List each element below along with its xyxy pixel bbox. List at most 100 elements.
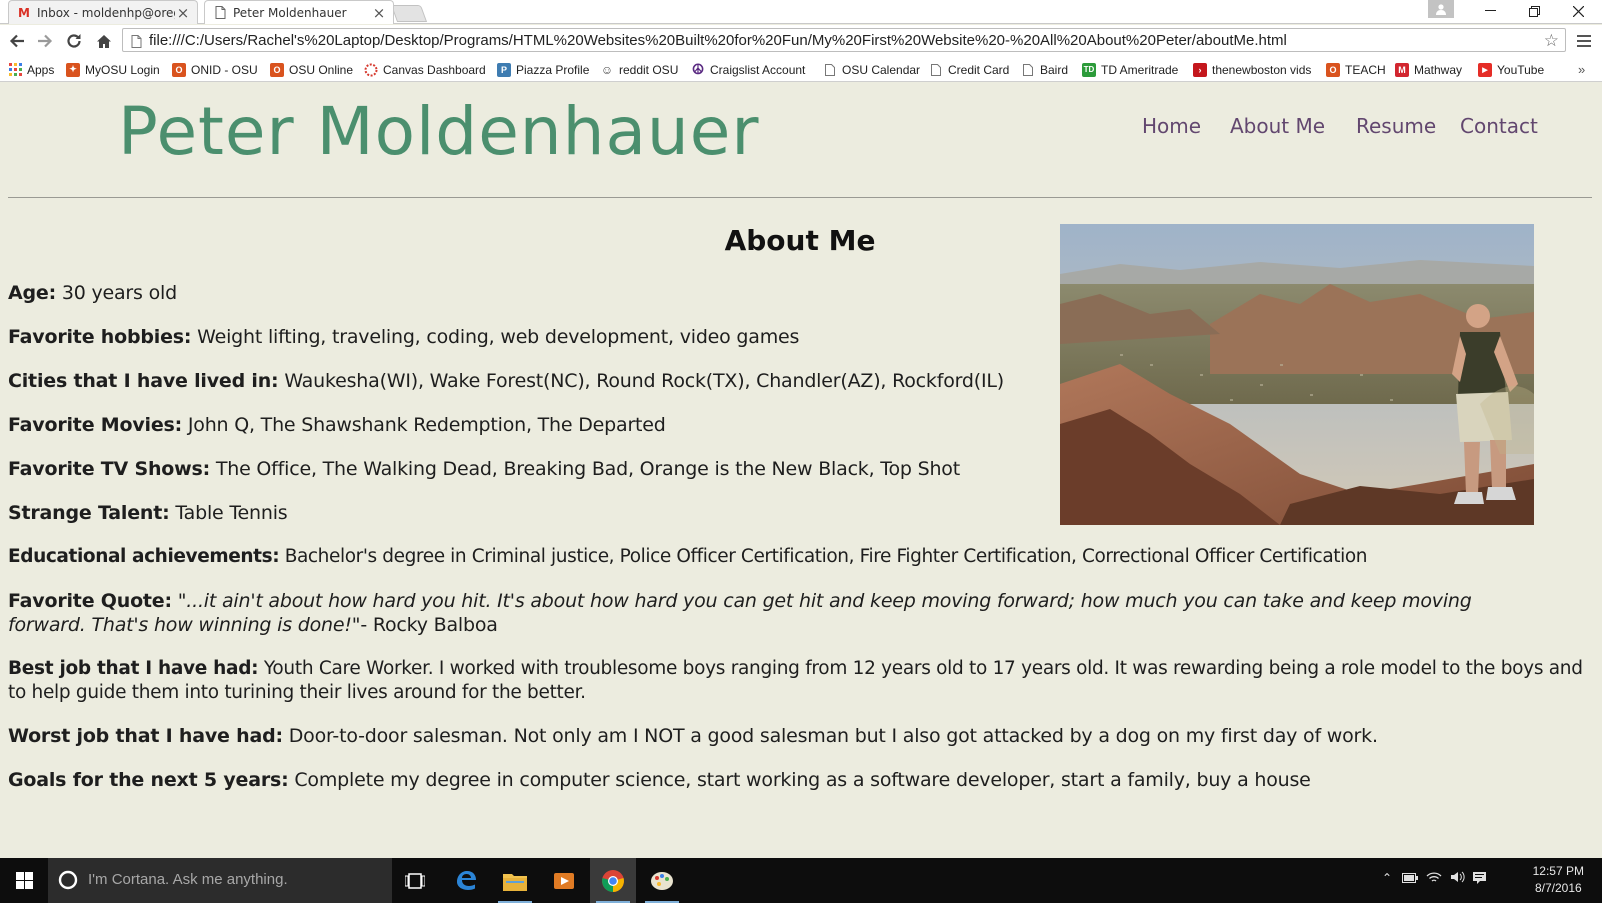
- bookmark-mathway[interactable]: M Mathway: [1395, 61, 1462, 78]
- bookmarks-bar: Apps ✦ MyOSU Login O ONID - OSU O OSU On…: [0, 57, 1602, 82]
- home-button[interactable]: [92, 29, 116, 53]
- tab-title: Inbox - moldenhp@oregc: [37, 5, 175, 20]
- bookmark-td-ameritrade[interactable]: TD TD Ameritrade: [1082, 61, 1178, 78]
- bookmark-craigslist-account[interactable]: ☮ Craigslist Account: [691, 61, 806, 78]
- tab-strip: M Inbox - moldenhp@oregc × Peter Moldenh…: [0, 0, 1602, 24]
- minimize-icon[interactable]: [1468, 0, 1512, 22]
- bookmark-osu-online[interactable]: O OSU Online: [270, 61, 353, 78]
- bookmark-piazza-profile[interactable]: P Piazza Profile: [497, 61, 589, 78]
- bookmark-label: Piazza Profile: [516, 62, 590, 77]
- show-hidden-icons-icon[interactable]: ⌃: [1382, 871, 1392, 885]
- bookmark-canvas-dashboard[interactable]: Canvas Dashboard: [364, 61, 486, 78]
- field-quote: Favorite Quote: "...it ain't about how h…: [8, 589, 1548, 637]
- bookmark-reddit-osu[interactable]: ☺ reddit OSU: [600, 61, 679, 78]
- reload-button[interactable]: [62, 29, 86, 53]
- more-bookmarks-icon[interactable]: »: [1578, 61, 1585, 78]
- chrome-menu-icon[interactable]: [1572, 29, 1596, 53]
- peace-icon: ☮: [691, 61, 705, 77]
- bookmark-onid-osu[interactable]: O ONID - OSU: [172, 61, 258, 78]
- bookmark-label: Craigslist Account: [710, 62, 806, 77]
- newboston-icon: ›: [1193, 62, 1207, 77]
- clock-time: 12:57 PM: [1532, 864, 1584, 878]
- action-center-icon[interactable]: [1472, 871, 1487, 889]
- td-icon: TD: [1082, 62, 1096, 77]
- close-window-icon[interactable]: [1556, 0, 1600, 22]
- field-label: Goals for the next 5 years:: [8, 769, 289, 791]
- field-value: Door-to-door salesman. Not only am I NOT…: [288, 725, 1378, 747]
- close-tab-icon[interactable]: ×: [371, 4, 387, 22]
- file-explorer-icon[interactable]: [492, 858, 538, 903]
- edge-icon[interactable]: [443, 858, 489, 903]
- nav-contact[interactable]: Contact: [1460, 114, 1538, 138]
- field-cities: Cities that I have lived in: Waukesha(WI…: [8, 369, 1004, 393]
- page-icon: [823, 63, 837, 77]
- forward-button[interactable]: [33, 29, 57, 53]
- canvas-icon: [364, 63, 378, 77]
- nav-resume[interactable]: Resume: [1356, 114, 1436, 138]
- osu-icon: O: [1326, 62, 1340, 77]
- back-button[interactable]: [5, 29, 29, 53]
- osu-icon: ✦: [66, 62, 80, 77]
- page-icon: [929, 63, 943, 77]
- cortana-search-box[interactable]: I'm Cortana. Ask me anything.: [48, 858, 392, 903]
- bookmark-baird[interactable]: Baird: [1021, 61, 1068, 78]
- web-page: Peter Moldenhauer Home About Me Resume C…: [0, 83, 1602, 858]
- cortana-icon: [58, 870, 78, 894]
- tab-peter-moldenhauer[interactable]: Peter Moldenhauer ×: [204, 0, 394, 24]
- nav-about-me[interactable]: About Me: [1230, 114, 1325, 138]
- field-education: Educational achievements: Bachelor's deg…: [8, 545, 1598, 569]
- battery-icon[interactable]: [1402, 871, 1418, 887]
- bookmark-label: TEACH: [1345, 62, 1386, 77]
- field-value: Table Tennis: [175, 502, 288, 524]
- chrome-icon[interactable]: [590, 858, 636, 903]
- bookmark-myosu-login[interactable]: ✦ MyOSU Login: [66, 61, 160, 78]
- tab-inbox[interactable]: M Inbox - moldenhp@oregc ×: [8, 0, 198, 24]
- bookmark-label: MyOSU Login: [85, 62, 160, 77]
- windows-taskbar: I'm Cortana. Ask me anything. ⌃ 12:57 PM: [0, 858, 1602, 903]
- youtube-icon: ▶: [1478, 62, 1492, 77]
- browser-toolbar: file:///C:/Users/Rachel's%20Laptop/Deskt…: [0, 25, 1602, 57]
- field-label: Favorite Quote:: [8, 590, 172, 612]
- field-label: Best job that I have had:: [8, 658, 259, 679]
- bookmark-apps[interactable]: Apps: [8, 61, 54, 78]
- reddit-icon: ☺: [600, 62, 614, 77]
- paint-icon[interactable]: [639, 858, 685, 903]
- field-label: Strange Talent:: [8, 502, 170, 524]
- restore-icon[interactable]: [1512, 0, 1556, 22]
- field-value: Weight lifting, traveling, coding, web d…: [197, 326, 800, 348]
- quote-text: "...it ain't about how hard you hit. It'…: [8, 590, 1472, 636]
- field-tv-shows: Favorite TV Shows: The Office, The Walki…: [8, 457, 960, 481]
- bookmark-youtube[interactable]: ▶ YouTube: [1478, 61, 1544, 78]
- bookmark-osu-calendar[interactable]: OSU Calendar: [823, 61, 920, 78]
- page-info-icon[interactable]: [131, 33, 142, 52]
- bookmark-teach[interactable]: O TEACH: [1326, 61, 1386, 78]
- new-tab-button[interactable]: [390, 5, 428, 22]
- field-label: Favorite hobbies:: [8, 326, 192, 348]
- task-view-icon[interactable]: [392, 858, 438, 903]
- bookmark-star-icon[interactable]: ☆: [1544, 31, 1559, 51]
- bookmark-credit-card[interactable]: Credit Card: [929, 61, 1009, 78]
- start-button[interactable]: [0, 858, 48, 903]
- wifi-icon[interactable]: [1426, 871, 1442, 887]
- profile-icon[interactable]: [1428, 0, 1454, 18]
- field-value: Bachelor's degree in Criminal justice, P…: [284, 546, 1368, 567]
- address-bar[interactable]: file:///C:/Users/Rachel's%20Laptop/Deskt…: [122, 28, 1566, 52]
- close-tab-icon[interactable]: ×: [175, 4, 191, 22]
- field-value: The Office, The Walking Dead, Breaking B…: [215, 458, 960, 480]
- field-label: Favorite Movies:: [8, 414, 183, 436]
- clock[interactable]: 12:57 PM 8/7/2016: [1533, 863, 1584, 897]
- field-value: John Q, The Shawshank Redemption, The De…: [187, 414, 666, 436]
- apps-icon: [8, 63, 22, 77]
- field-value: Waukesha(WI), Wake Forest(NC), Round Roc…: [284, 370, 1004, 392]
- field-movies: Favorite Movies: John Q, The Shawshank R…: [8, 413, 666, 437]
- page-icon: [1021, 63, 1035, 77]
- windows-logo-icon: [15, 872, 33, 889]
- field-goals: Goals for the next 5 years: Complete my …: [8, 768, 1311, 792]
- nav-home[interactable]: Home: [1142, 114, 1201, 138]
- bookmark-label: OSU Calendar: [842, 62, 921, 77]
- bookmark-thenewboston[interactable]: › thenewboston vids: [1193, 61, 1311, 78]
- page-icon: [213, 6, 227, 20]
- field-label: Educational achievements:: [8, 546, 280, 567]
- media-player-icon[interactable]: [541, 858, 587, 903]
- volume-icon[interactable]: [1450, 871, 1466, 887]
